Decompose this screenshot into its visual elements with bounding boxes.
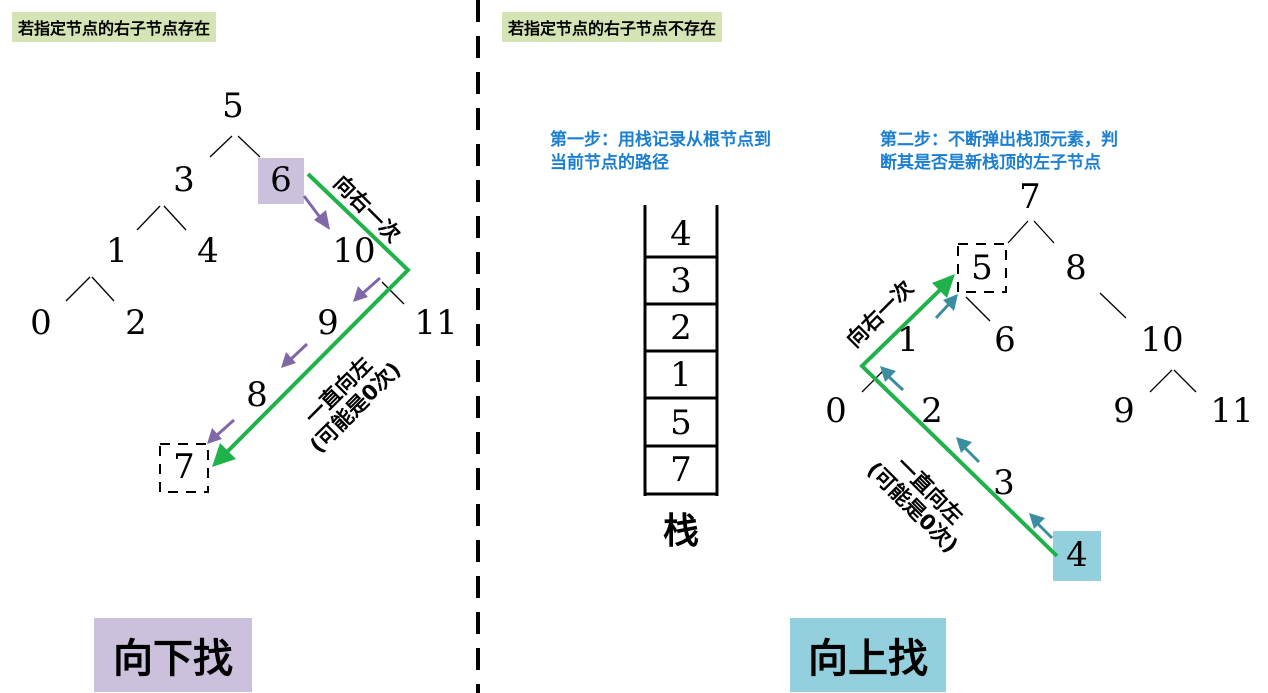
edge-7-5 (1007, 220, 1029, 244)
left-node-6: 6 (270, 160, 292, 200)
left-node-5: 5 (222, 86, 244, 126)
edge-1-0 (65, 276, 91, 302)
purple-arrow-2 (361, 276, 381, 296)
left-node-4: 4 (197, 231, 219, 271)
right-node-4: 4 (1066, 535, 1088, 575)
stack-item: 3 (670, 261, 692, 301)
left-node-11: 11 (414, 303, 458, 343)
purple-arrow-4 (215, 418, 235, 438)
right-node-11: 11 (1210, 391, 1254, 431)
edge-10-11-right (1173, 369, 1197, 393)
left-node-1: 1 (106, 231, 128, 271)
edge-5-3 (209, 135, 233, 158)
diagram-lines (65, 0, 1197, 693)
teal-arrow-2 (962, 445, 981, 464)
stack-item: 2 (670, 308, 692, 348)
purple-arrow-3 (288, 342, 309, 362)
edge-5-6-right (965, 296, 991, 322)
right-node-1: 1 (897, 320, 919, 360)
edge-1-2 (91, 276, 115, 302)
caption-search-down: 向下找 (94, 618, 252, 692)
right-node-9: 9 (1113, 391, 1135, 431)
edge-3-4 (163, 205, 187, 231)
stack-item-top: 4 (670, 214, 692, 254)
stack-item-bottom: 7 (670, 450, 692, 490)
left-node-10: 10 (332, 231, 376, 271)
edge-5-6 (237, 135, 261, 158)
left-node-7: 7 (173, 447, 195, 487)
left-node-3: 3 (173, 160, 195, 200)
right-node-6: 6 (994, 320, 1016, 360)
stack-label: 栈 (662, 511, 700, 552)
stack-item: 1 (670, 355, 692, 395)
left-node-0: 0 (30, 303, 52, 343)
step1-text: 第一步：用栈记录从根节点到 当前节点的路径 (550, 130, 771, 173)
edge-7-8 (1033, 220, 1055, 244)
right-node-2: 2 (921, 391, 943, 431)
right-node-3: 3 (993, 463, 1015, 503)
teal-arrow-4 (934, 301, 952, 320)
edge-1-0-right (861, 369, 885, 393)
right-node-5: 5 (971, 248, 993, 288)
edge-10-9 (1149, 369, 1173, 393)
right-node-10: 10 (1140, 320, 1184, 360)
left-node-2: 2 (125, 303, 147, 343)
teal-arrow-3 (886, 374, 905, 392)
caption-search-up: 向上找 (790, 618, 946, 692)
teal-arrow-1 (1035, 521, 1054, 540)
left-node-9: 9 (317, 303, 339, 343)
edge-3-1 (136, 205, 161, 231)
stack-item: 5 (670, 403, 692, 443)
right-node-0: 0 (825, 391, 847, 431)
left-condition-tag: 若指定节点的右子节点存在 (12, 12, 217, 42)
left-node-8: 8 (246, 375, 268, 415)
step2-text: 第二步：不断弹出栈顶元素，判 断其是否是新栈顶的左子节点 (880, 130, 1118, 173)
right-condition-tag: 若指定节点的右子节点不存在 (502, 12, 723, 42)
edge-8-10 (1099, 292, 1127, 319)
right-node-7: 7 (1019, 177, 1041, 217)
right-node-8: 8 (1065, 248, 1087, 288)
